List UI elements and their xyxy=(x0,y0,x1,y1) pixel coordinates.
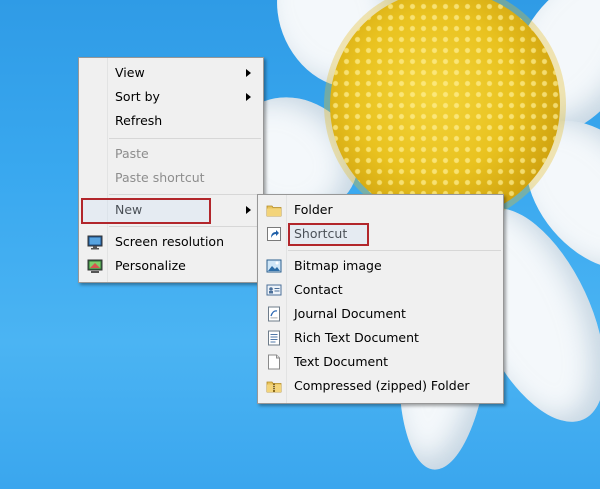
submenu-arrow-icon xyxy=(246,206,251,214)
menu-item-label: Personalize xyxy=(115,258,186,273)
submenu-item-rich-text-document[interactable]: Rich Text Document xyxy=(260,327,501,349)
personalize-icon xyxy=(87,259,103,273)
submenu-item-journal-document[interactable]: Journal Document xyxy=(260,303,501,325)
menu-item-label: View xyxy=(115,65,145,80)
wallpaper-flower-center xyxy=(330,0,560,220)
menu-item-label: Paste shortcut xyxy=(115,170,205,185)
submenu-arrow-icon xyxy=(246,69,251,77)
menu-item-paste-shortcut[interactable]: Paste shortcut xyxy=(81,167,261,189)
menu-separator xyxy=(109,194,261,195)
menu-item-label: Refresh xyxy=(115,113,163,128)
menu-item-label: Sort by xyxy=(115,89,160,104)
menu-item-sort-by[interactable]: Sort by xyxy=(81,86,261,108)
menu-item-label: Folder xyxy=(294,202,333,217)
submenu-item-folder[interactable]: Folder xyxy=(260,199,501,221)
menu-item-label: Journal Document xyxy=(294,306,406,321)
menu-item-personalize[interactable]: Personalize xyxy=(81,255,261,277)
shortcut-item-highlight-box xyxy=(288,223,369,246)
menu-item-label: Screen resolution xyxy=(115,234,225,249)
submenu-item-text-document[interactable]: Text Document xyxy=(260,351,501,373)
menu-item-label: Text Document xyxy=(294,354,389,369)
menu-separator xyxy=(109,226,261,227)
menu-separator xyxy=(288,250,501,251)
monitor-icon xyxy=(87,235,103,250)
menu-separator xyxy=(109,138,261,139)
new-submenu: Folder Shortcut Bitmap image Contact Jou… xyxy=(257,194,504,404)
submenu-item-compressed-folder[interactable]: Compressed (zipped) Folder xyxy=(260,375,501,397)
contact-icon xyxy=(266,284,282,296)
submenu-arrow-icon xyxy=(246,93,251,101)
desktop-context-menu: View Sort by Refresh Paste Paste shortcu… xyxy=(78,57,264,283)
menu-item-paste[interactable]: Paste xyxy=(81,143,261,165)
new-item-highlight-box xyxy=(81,198,211,224)
menu-item-screen-resolution[interactable]: Screen resolution xyxy=(81,231,261,253)
submenu-item-contact[interactable]: Contact xyxy=(260,279,501,301)
menu-item-label: Rich Text Document xyxy=(294,330,419,345)
menu-item-label: Contact xyxy=(294,282,343,297)
desktop-background[interactable]: View Sort by Refresh Paste Paste shortcu… xyxy=(0,0,600,489)
rich-text-document-icon xyxy=(268,330,280,346)
menu-item-label: Paste xyxy=(115,146,149,161)
submenu-item-bitmap-image[interactable]: Bitmap image xyxy=(260,255,501,277)
menu-item-label: Compressed (zipped) Folder xyxy=(294,378,470,393)
menu-item-refresh[interactable]: Refresh xyxy=(81,110,261,132)
zipped-folder-icon xyxy=(266,381,282,393)
bitmap-image-icon xyxy=(266,259,282,273)
journal-document-icon xyxy=(268,306,280,322)
menu-item-label: Bitmap image xyxy=(294,258,382,273)
menu-item-view[interactable]: View xyxy=(81,62,261,84)
text-document-icon xyxy=(268,354,280,370)
folder-icon xyxy=(266,205,282,217)
shortcut-icon xyxy=(267,227,281,241)
